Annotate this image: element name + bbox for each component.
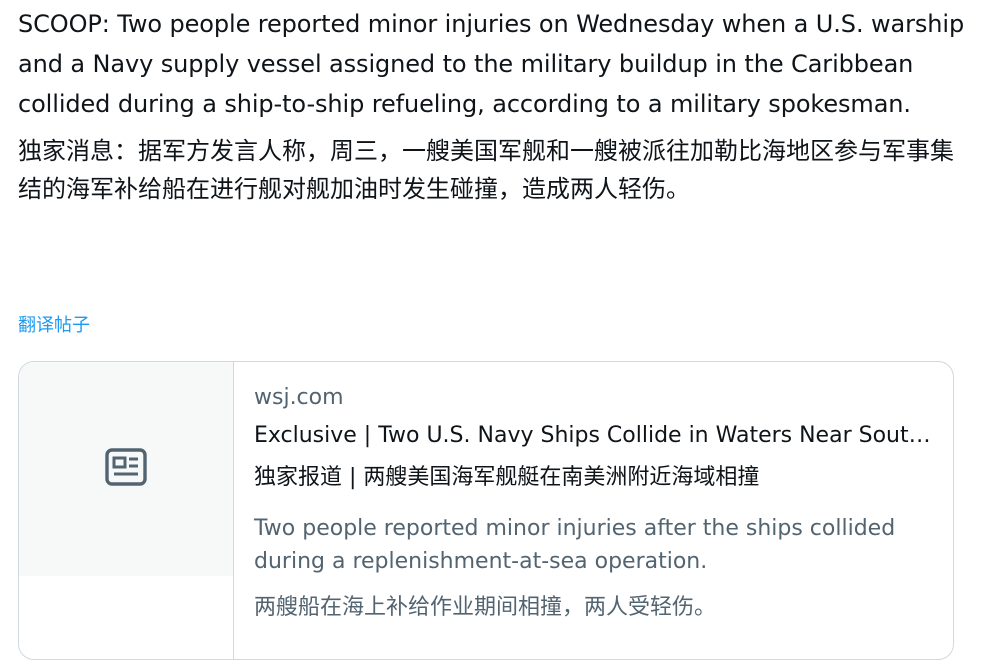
card-domain: wsj.com <box>254 385 344 410</box>
article-icon <box>105 448 147 490</box>
card-body: wsj.com Exclusive | Two U.S. Navy Ships … <box>234 362 934 659</box>
card-description: Two people reported minor injuries after… <box>254 516 896 574</box>
card-description-chinese: 两艘船在海上补给作业期间相撞，两人受轻伤。 <box>254 595 717 620</box>
post-content: SCOOP: Two people reported minor injurie… <box>18 4 968 208</box>
thumbnail-placeholder <box>19 362 233 576</box>
link-preview-card[interactable]: wsj.com Exclusive | Two U.S. Navy Ships … <box>18 361 954 660</box>
card-thumbnail <box>19 362 234 659</box>
post-text-chinese: 独家消息：据军方发言人称，周三，一艘美国军舰和一艘被派往加勒比海地区参与军事集结… <box>18 137 954 203</box>
translate-post-link[interactable]: 翻译帖子 <box>18 312 90 340</box>
card-title-chinese: 独家报道 | 两艘美国海军舰艇在南美洲附近海域相撞 <box>254 465 760 490</box>
post-text-english: SCOOP: Two people reported minor injurie… <box>18 10 965 118</box>
card-title[interactable]: Exclusive | Two U.S. Navy Ships Collide … <box>254 419 934 453</box>
